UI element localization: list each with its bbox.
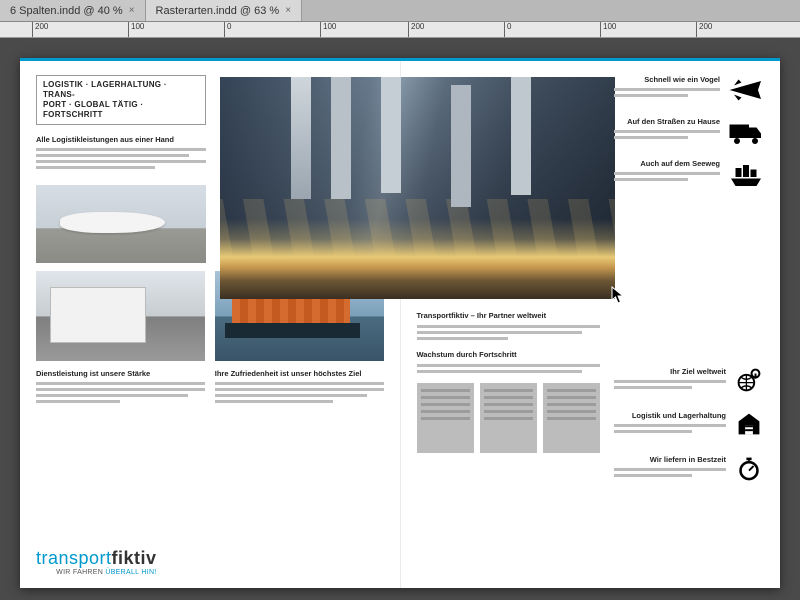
feature-title: Logistik und Lagerhaltung	[614, 411, 726, 420]
ruler-tick: 100	[320, 22, 336, 37]
ruler-tick: 0	[224, 22, 231, 37]
truck-icon	[728, 117, 764, 147]
body-placeholder	[614, 88, 720, 97]
ruler-tick: 200	[696, 22, 712, 37]
mid-content: Transportfiktiv – Ihr Partner weltweit W…	[417, 311, 601, 453]
feature-item[interactable]: Ihr Ziel weltweit	[614, 367, 764, 399]
close-icon[interactable]: ×	[285, 5, 291, 16]
body-placeholder	[614, 172, 720, 181]
subhead[interactable]: Transportfiktiv – Ihr Partner weltweit	[417, 311, 601, 320]
feature-title: Schnell wie ein Vogel	[614, 75, 720, 84]
horizontal-ruler[interactable]: 200 100 0 100 200 0 100 200	[0, 22, 800, 38]
tab-label: Rasterarten.indd @ 63 %	[156, 5, 280, 17]
brand-tagline-1: WIR FAHREN	[56, 569, 105, 576]
ruler-tick: 200	[408, 22, 424, 37]
body-placeholder	[215, 382, 384, 403]
ship-icon	[728, 159, 764, 189]
body-placeholder	[417, 364, 601, 373]
page-left[interactable]: LOGISTIK · LAGERHALTUNG · TRANS- PORT · …	[20, 61, 401, 588]
feature-title: Ihr Ziel weltweit	[614, 367, 726, 376]
headline-box[interactable]: LOGISTIK · LAGERHALTUNG · TRANS- PORT · …	[36, 75, 206, 125]
brand-tagline-2: ÜBERALL HIN!	[105, 569, 156, 576]
feature-title: Auf den Straßen zu Hause	[614, 117, 720, 126]
canvas[interactable]: LOGISTIK · LAGERHALTUNG · TRANS- PORT · …	[0, 38, 800, 600]
table-col	[543, 383, 600, 453]
ruler-tick: 100	[600, 22, 616, 37]
ruler-tick: 0	[504, 22, 511, 37]
tab-label: 6 Spalten.indd @ 40 %	[10, 5, 123, 17]
feature-title: Auch auf dem Seeweg	[614, 159, 720, 168]
feature-item[interactable]: Auf den Straßen zu Hause	[614, 117, 764, 149]
feature-item[interactable]: Auch auf dem Seeweg	[614, 159, 764, 191]
image-airplane[interactable]	[36, 185, 206, 263]
warehouse-icon	[734, 411, 764, 437]
subhead[interactable]: Dienstleistung ist unsere Stärke	[36, 369, 205, 378]
globe-pin-icon	[734, 367, 764, 393]
page-right[interactable]: Schnell wie ein Vogel Auf den Straßen zu…	[401, 61, 781, 588]
feature-title: Wir liefern in Bestzeit	[614, 455, 726, 464]
feature-item[interactable]: Schnell wie ein Vogel	[614, 75, 764, 107]
feature-list-top: Schnell wie ein Vogel Auf den Straßen zu…	[614, 75, 764, 191]
brand-word-2: fiktiv	[112, 548, 157, 568]
stopwatch-icon	[734, 455, 764, 481]
feature-item[interactable]: Wir liefern in Bestzeit	[614, 455, 764, 487]
table-col	[417, 383, 474, 453]
subhead[interactable]: Wachstum durch Fortschritt	[417, 350, 601, 359]
body-placeholder	[614, 130, 720, 139]
brand-word-1: transport	[36, 548, 112, 568]
tab-1[interactable]: Rasterarten.indd @ 63 % ×	[146, 0, 303, 21]
body-placeholder	[36, 148, 206, 169]
ruler-tick: 100	[128, 22, 144, 37]
table-col	[480, 383, 537, 453]
document-tabs: 6 Spalten.indd @ 40 % × Rasterarten.indd…	[0, 0, 800, 22]
body-placeholder	[417, 325, 601, 340]
tab-0[interactable]: 6 Spalten.indd @ 40 % ×	[0, 0, 146, 21]
document-spread[interactable]: LOGISTIK · LAGERHALTUNG · TRANS- PORT · …	[20, 58, 780, 588]
brand-logo[interactable]: transportfiktiv WIR FAHREN ÜBERALL HIN!	[36, 548, 157, 576]
image-truck[interactable]	[36, 271, 205, 361]
subhead[interactable]: Ihre Zufriedenheit ist unser höchstes Zi…	[215, 369, 384, 378]
ruler-tick: 200	[32, 22, 48, 37]
feature-list-bottom: Ihr Ziel weltweit Logistik und Lagerhalt…	[614, 367, 764, 487]
close-icon[interactable]: ×	[129, 5, 135, 16]
body-placeholder	[614, 380, 726, 389]
body-placeholder	[36, 382, 205, 403]
table-columns[interactable]	[417, 383, 601, 453]
body-placeholder	[614, 424, 726, 433]
feature-item[interactable]: Logistik und Lagerhaltung	[614, 411, 764, 443]
body-placeholder	[614, 468, 726, 477]
plane-icon	[728, 75, 764, 105]
